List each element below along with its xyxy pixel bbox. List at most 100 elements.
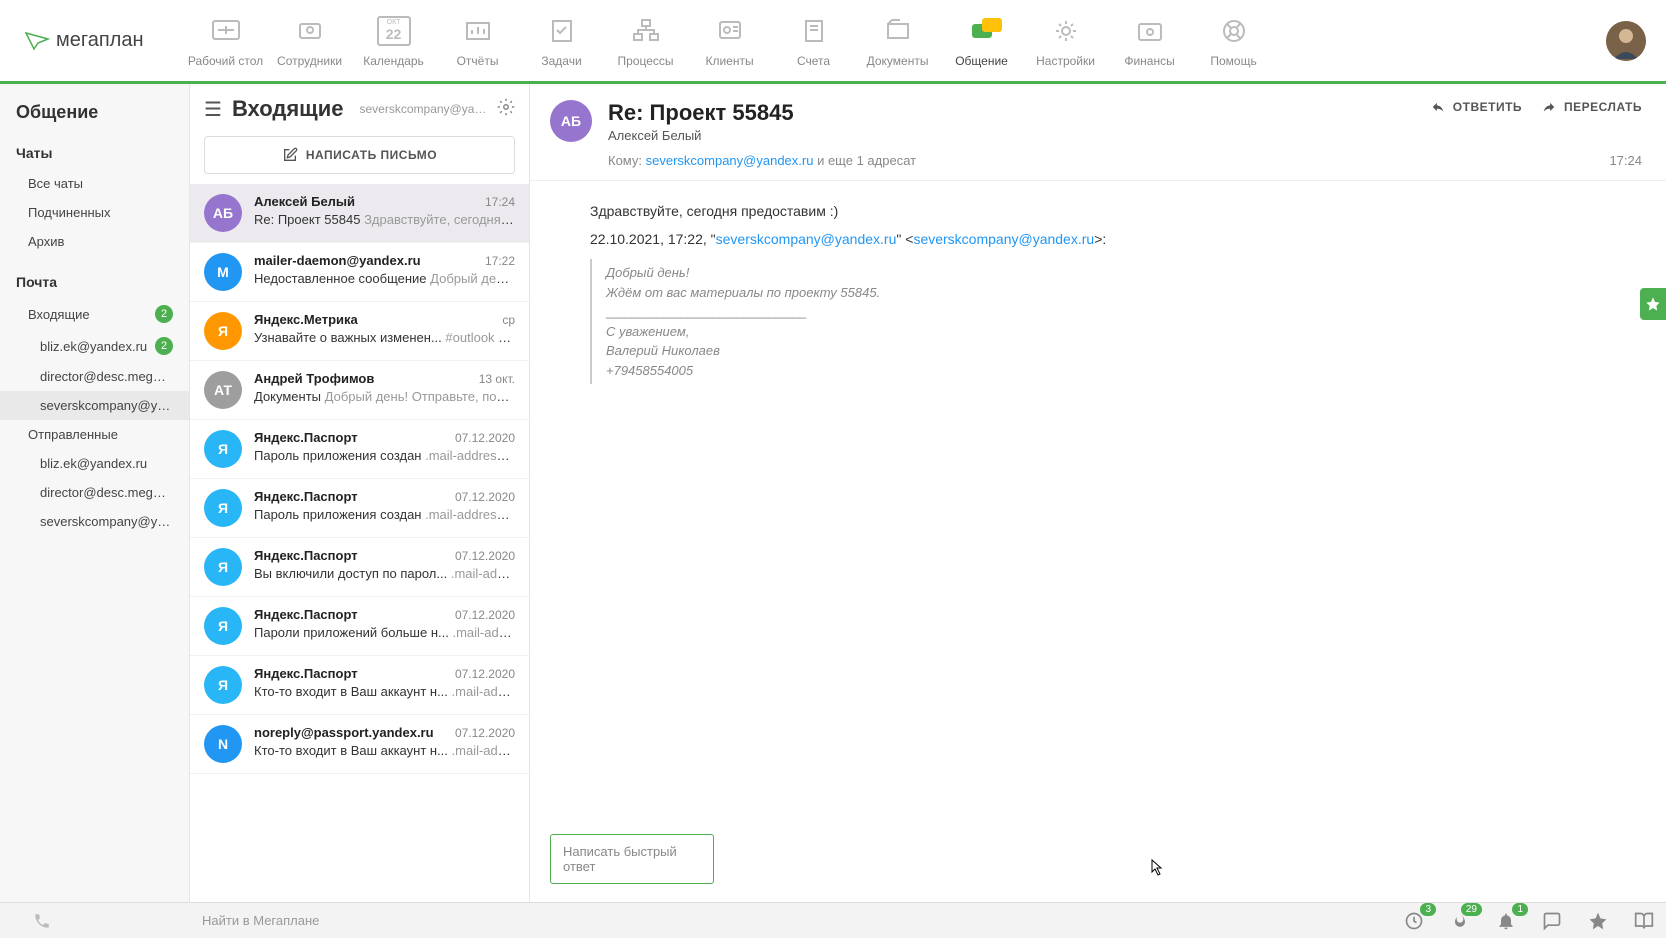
nav-documents[interactable]: Документы [856, 14, 940, 68]
reader-avatar: АБ [550, 100, 592, 142]
reply-label: ОТВЕТИТЬ [1453, 100, 1522, 114]
clock-badge: 3 [1420, 903, 1436, 916]
menu-icon[interactable]: ☰ [204, 97, 222, 122]
sidebar-inbox[interactable]: Входящие 2 [0, 298, 189, 330]
mail-date: 07.12.2020 [455, 549, 515, 563]
mail-list-title: Входящие [232, 96, 344, 122]
mail-list-item[interactable]: Я Яндекс.Метрикаср Узнавайте о важных из… [190, 302, 529, 361]
sidebar-sent[interactable]: Отправленные [0, 420, 189, 449]
user-avatar[interactable] [1606, 21, 1646, 61]
sidebar-title: Общение [0, 102, 189, 137]
gear-icon[interactable] [497, 98, 515, 121]
mail-subject-preview: Недоставленное сообщение [254, 271, 427, 286]
favorites-tab[interactable] [1640, 288, 1666, 320]
cursor-icon [1146, 858, 1164, 880]
mail-list-item[interactable]: Я Яндекс.Паспорт07.12.2020 Пароли прилож… [190, 597, 529, 656]
nav-settings[interactable]: Настройки [1024, 14, 1108, 68]
sidebar-group-chats[interactable]: Чаты [0, 137, 189, 169]
star-nav-icon[interactable] [1588, 911, 1608, 931]
bottom-bar: Найти в Мегаплане 3 29 1 [0, 902, 1666, 938]
sender-avatar: Я [204, 430, 242, 468]
chat-icon[interactable] [1542, 911, 1562, 931]
mail-list-item[interactable]: Я Яндекс.Паспорт07.12.2020 Кто-то входит… [190, 656, 529, 715]
sender-name: Яндекс.Паспорт [254, 666, 358, 681]
nav-help[interactable]: Помощь [1192, 14, 1276, 68]
nav-desktop[interactable]: Рабочий стол [184, 14, 268, 68]
clock-icon[interactable]: 3 [1404, 911, 1424, 931]
mail-list-item[interactable]: N noreply@passport.yandex.ru07.12.2020 К… [190, 715, 529, 774]
mail-preview: .mail-addres... [452, 684, 515, 699]
reports-icon [455, 14, 501, 48]
recipient-link[interactable]: severskcompany@yandex.ru [646, 153, 814, 168]
sidebar-chat-item[interactable]: Подчиненных [0, 198, 189, 227]
mail-subject-preview: Вы включили доступ по парол... [254, 566, 447, 581]
sidebar-account[interactable]: bliz.ek@yandex.ru [0, 449, 189, 478]
help-icon [1211, 14, 1257, 48]
inbox-badge: 2 [155, 305, 173, 323]
mail-list-item[interactable]: M mailer-daemon@yandex.ru17:22 Недоставл… [190, 243, 529, 302]
nav-chat[interactable]: Общение [940, 14, 1024, 68]
nav-reports[interactable]: Отчёты [436, 14, 520, 68]
sender-avatar: Я [204, 548, 242, 586]
settings-icon [1043, 14, 1089, 48]
nav-invoices[interactable]: Счета [772, 14, 856, 68]
mail-subject-preview: Пароль приложения создан [254, 507, 421, 522]
fire-icon[interactable]: 29 [1450, 911, 1470, 931]
mail-reader: АБ Re: Проект 55845 Алексей Белый ОТВЕТИ… [530, 84, 1666, 902]
nav-tasks[interactable]: Задачи [520, 14, 604, 68]
sender-avatar: Я [204, 489, 242, 527]
sender-name: Алексей Белый [254, 194, 355, 209]
mail-subject: Re: Проект 55845 [608, 100, 1429, 126]
sender-avatar: N [204, 725, 242, 763]
finance-icon [1127, 14, 1173, 48]
quick-reply-input[interactable]: Написать быстрый ответ [550, 834, 714, 884]
reply-button[interactable]: ОТВЕТИТЬ [1429, 100, 1522, 114]
nav-employees[interactable]: Сотрудники [268, 14, 352, 68]
bell-icon[interactable]: 1 [1496, 911, 1516, 931]
compose-button[interactable]: НАПИСАТЬ ПИСЬМО [204, 136, 515, 174]
logo[interactable]: мегаплан [24, 29, 144, 52]
nav-processes[interactable]: Процессы [604, 14, 688, 68]
mail-preview: .mail-address a, ... [425, 507, 515, 522]
sender-avatar: АБ [204, 194, 242, 232]
sidebar-account[interactable]: severskcompany@yandex.ru [0, 507, 189, 536]
mail-subject-preview: Узнавайте о важных изменен... [254, 330, 442, 345]
mail-list-item[interactable]: АТ Андрей Трофимов13 окт. Документы Добр… [190, 361, 529, 420]
mail-list-item[interactable]: Я Яндекс.Паспорт07.12.2020 Пароль прилож… [190, 479, 529, 538]
nav-calendar[interactable]: ОКТ22Календарь [352, 14, 436, 68]
sidebar-account[interactable]: director@desc.megaplan.ru [0, 362, 189, 391]
sidebar-account[interactable]: director@desc.megaplan.ru [0, 478, 189, 507]
phone-icon[interactable] [12, 912, 72, 930]
mail-list-item[interactable]: Я Яндекс.Паспорт07.12.2020 Вы включили д… [190, 538, 529, 597]
mail-list-item[interactable]: Я Яндекс.Паспорт07.12.2020 Пароль прилож… [190, 420, 529, 479]
mail-date: 07.12.2020 [455, 667, 515, 681]
mail-from[interactable]: Алексей Белый [608, 128, 1429, 143]
sender-name: Яндекс.Паспорт [254, 607, 358, 622]
sender-name: Андрей Трофимов [254, 371, 374, 386]
sidebar-account[interactable]: bliz.ek@yandex.ru2 [0, 330, 189, 362]
mail-preview: Добрый день! ... [430, 271, 515, 286]
sidebar-chat-item[interactable]: Архив [0, 227, 189, 256]
mail-date: 17:24 [485, 195, 515, 209]
mail-preview: Здравствуйте, сегодня пре... [364, 212, 515, 227]
mail-list-item[interactable]: АБ Алексей Белый17:24 Re: Проект 55845 З… [190, 184, 529, 243]
mail-time: 17:24 [1609, 153, 1642, 168]
body-greeting: Здравствуйте, сегодня предоставим :) [590, 203, 1606, 219]
sidebar-account[interactable]: severskcompany@yandex.ru [0, 391, 189, 420]
mail-subject-preview: Кто-то входит в Ваш аккаунт н... [254, 743, 448, 758]
nav-finance[interactable]: Финансы [1108, 14, 1192, 68]
sender-name: Яндекс.Паспорт [254, 430, 358, 445]
sidebar-chat-item[interactable]: Все чаты [0, 169, 189, 198]
book-icon[interactable] [1634, 911, 1654, 931]
mail-preview: Добрый день! Отправьте, пожал... [325, 389, 515, 404]
nav-clients[interactable]: Клиенты [688, 14, 772, 68]
mail-list-account[interactable]: severskcompany@yandex... [360, 102, 488, 116]
forward-label: ПЕРЕСЛАТЬ [1564, 100, 1642, 114]
sidebar-group-mail[interactable]: Почта [0, 266, 189, 298]
desktop-icon [203, 14, 249, 48]
logo-icon [24, 31, 50, 51]
tasks-icon [539, 14, 585, 48]
forward-button[interactable]: ПЕРЕСЛАТЬ [1540, 100, 1642, 114]
mail-subject-preview: Кто-то входит в Ваш аккаунт н... [254, 684, 448, 699]
global-search[interactable]: Найти в Мегаплане [72, 913, 1404, 928]
